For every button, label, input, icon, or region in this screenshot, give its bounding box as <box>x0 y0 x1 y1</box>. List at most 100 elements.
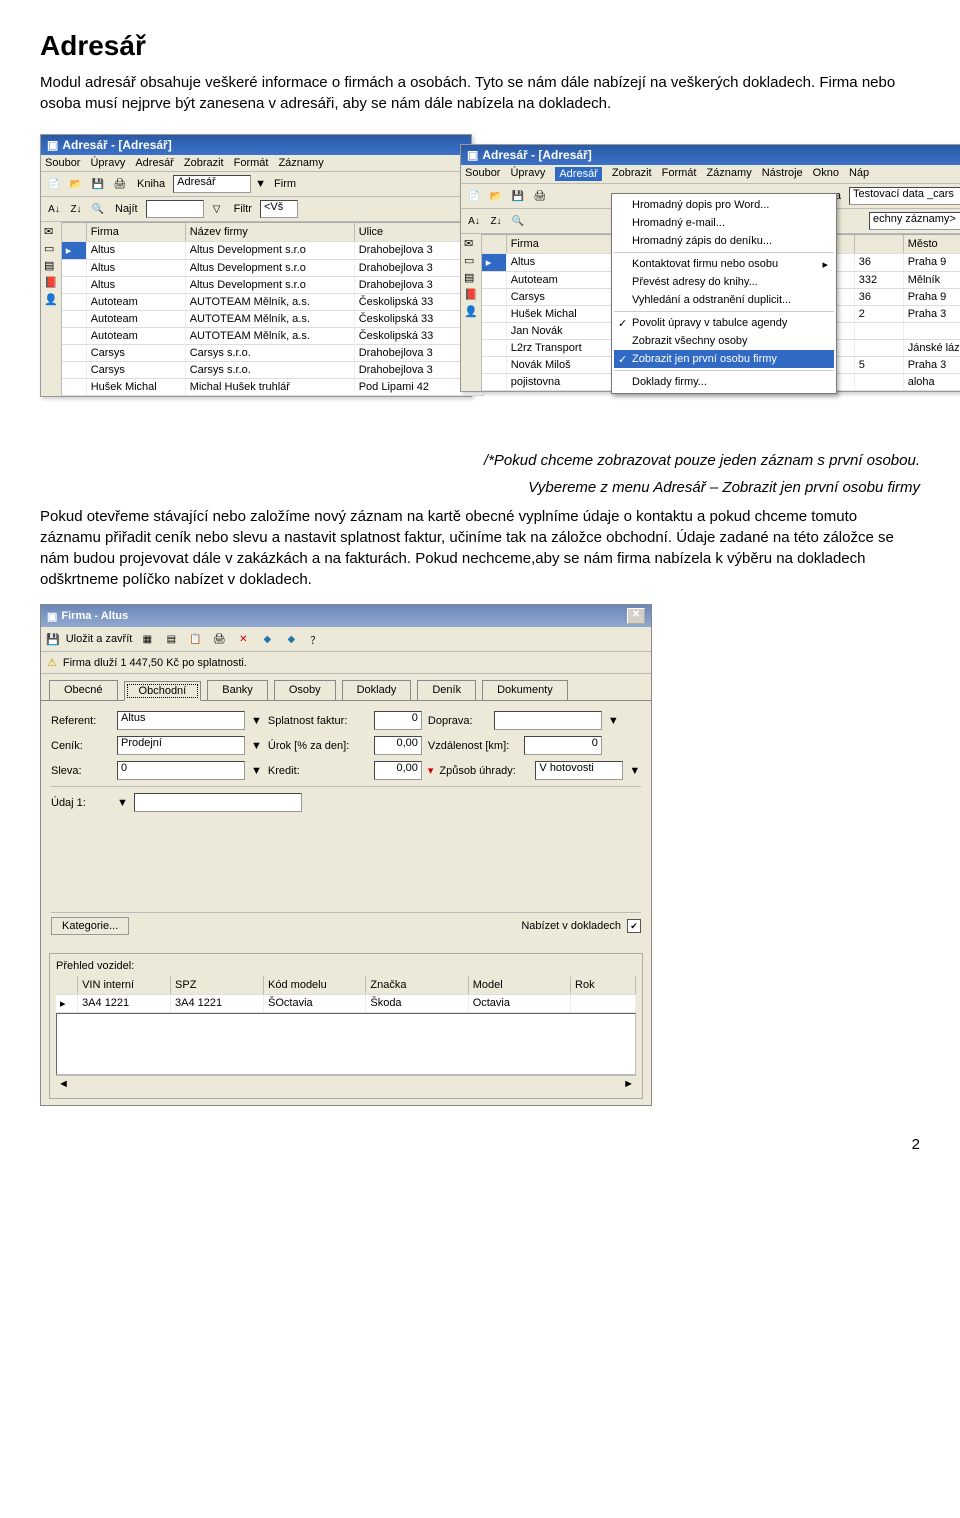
table-row[interactable]: CarsysCarsys s.r.o.Drahobejlova 3 <box>62 362 484 379</box>
tab-obecné[interactable]: Obecné <box>49 680 118 700</box>
card-icon[interactable]: ▭ <box>464 254 478 267</box>
filtr-field[interactable]: <Vš <box>260 200 298 218</box>
menu-item[interactable]: Kontaktovat firmu nebo osobu <box>614 255 834 273</box>
filtr-field-b[interactable]: echny záznamy> <box>869 212 960 230</box>
print-icon[interactable]: 🖨 <box>111 175 129 193</box>
menu-item[interactable]: Formát <box>662 167 697 181</box>
menu-item[interactable]: Nástroje <box>762 167 803 181</box>
open-icon[interactable]: 📂 <box>67 175 85 193</box>
cenik-field[interactable]: Prodejní <box>117 736 245 755</box>
table-row[interactable]: Hušek MichalMichal Hušek truhlářPod Lipa… <box>62 379 484 396</box>
sleva-field[interactable]: 0 <box>117 761 245 780</box>
menu-item[interactable]: Hromadný zápis do deníku... <box>614 232 834 250</box>
sort-az-icon[interactable]: A↓ <box>465 212 483 230</box>
table-row[interactable]: AltusAltus Development s.r.oDrahobejlova… <box>62 260 484 277</box>
help-icon[interactable]: ？ <box>306 630 324 648</box>
menu-item[interactable]: Soubor <box>45 157 80 169</box>
binoculars-icon[interactable]: 🔍 <box>509 212 527 230</box>
kredit-field[interactable]: 0,00 <box>374 761 422 780</box>
delete-icon[interactable]: ✕ <box>234 630 252 648</box>
dropdown-icon[interactable]: ▼ <box>251 765 262 777</box>
menu-item[interactable]: Úpravy <box>510 167 545 181</box>
menu-item[interactable]: Záznamy <box>278 157 323 169</box>
splatnost-field[interactable]: 0 <box>374 711 422 730</box>
tab-banky[interactable]: Banky <box>207 680 268 700</box>
menu-item[interactable]: Adresář <box>135 157 174 169</box>
col-firma-b[interactable]: Firma <box>507 235 626 253</box>
referent-field[interactable]: Altus <box>117 711 245 730</box>
sort-az-icon[interactable]: A↓ <box>45 200 63 218</box>
doprava-field[interactable] <box>494 711 602 730</box>
save-icon[interactable]: 💾 <box>509 187 527 205</box>
menu-item[interactable]: Hromadný e-mail... <box>614 214 834 232</box>
dropdown-icon[interactable]: ▼ <box>608 715 619 727</box>
save-icon[interactable]: 💾 <box>89 175 107 193</box>
tab-dokumenty[interactable]: Dokumenty <box>482 680 568 700</box>
mail-icon[interactable]: ✉ <box>44 225 58 238</box>
note-icon[interactable]: ▤ <box>44 259 58 272</box>
mail-icon[interactable]: ✉ <box>464 237 478 250</box>
book-icon[interactable]: 📕 <box>464 288 478 301</box>
open-icon[interactable]: 📂 <box>487 187 505 205</box>
col-kodmodelu[interactable]: Kód modelu <box>264 976 366 994</box>
tab-obchodní[interactable]: Obchodní <box>124 681 202 701</box>
menu-item[interactable]: Okno <box>813 167 839 181</box>
tool-icon[interactable]: ▤ <box>162 630 180 648</box>
col-vin[interactable]: VIN interní <box>78 976 171 994</box>
close-icon[interactable]: ✕ <box>627 608 645 624</box>
col-nazev[interactable]: Název firmy <box>186 223 355 241</box>
sort-za-icon[interactable]: Z↓ <box>487 212 505 230</box>
menu-item[interactable]: Zobrazit jen první osobu firmy <box>614 350 834 368</box>
sort-za-icon[interactable]: Z↓ <box>67 200 85 218</box>
card-icon[interactable]: ▭ <box>44 242 58 255</box>
menu-item[interactable]: Zobrazit <box>612 167 652 181</box>
book-icon[interactable]: 📕 <box>44 276 58 289</box>
nabizet-checkbox[interactable] <box>627 919 641 933</box>
save-icon[interactable]: 💾 <box>46 633 60 646</box>
zpusob-field[interactable]: V hotovosti <box>535 761 623 780</box>
tool-icon[interactable]: 📋 <box>186 630 204 648</box>
tab-doklady[interactable]: Doklady <box>342 680 412 700</box>
vehicle-row[interactable]: ▸ 3A4 1221 3A4 1221 ŠOctavia Škoda Octav… <box>56 995 636 1013</box>
col-znacka[interactable]: Značka <box>366 976 468 994</box>
note-icon[interactable]: ▤ <box>464 271 478 284</box>
contact-icon[interactable]: 👤 <box>464 305 478 318</box>
table-row[interactable]: CarsysCarsys s.r.o.Drahobejlova 3 <box>62 345 484 362</box>
dropdown-icon[interactable]: ▼ <box>255 178 266 190</box>
col-mesto[interactable]: Město <box>904 235 960 253</box>
menu-item[interactable]: Doklady firmy... <box>614 373 834 391</box>
down-icon[interactable]: ◆ <box>282 630 300 648</box>
menu-item[interactable]: Soubor <box>465 167 500 181</box>
menu-item[interactable]: Povolit úpravy v tabulce agendy <box>614 314 834 332</box>
menu-item[interactable]: Hromadný dopis pro Word... <box>614 196 834 214</box>
tool-icon[interactable]: 🖨 <box>210 630 228 648</box>
new-icon[interactable]: 📄 <box>45 175 63 193</box>
udaj-field[interactable] <box>134 793 302 812</box>
tab-deník[interactable]: Deník <box>417 680 476 700</box>
menu-item[interactable]: Zobrazit všechny osoby <box>614 332 834 350</box>
col-firma[interactable]: Firma <box>87 223 186 241</box>
table-row[interactable]: ▸AltusAltus Development s.r.oDrahobejlov… <box>62 242 484 260</box>
urok-field[interactable]: 0,00 <box>374 736 422 755</box>
menu-item[interactable]: Vyhledání a odstranění duplicit... <box>614 291 834 309</box>
menu-item[interactable]: Adresář <box>555 167 602 181</box>
col-rok[interactable]: Rok <box>571 976 636 994</box>
save-close-button[interactable]: Uložit a zavřít <box>66 633 133 645</box>
menu-item[interactable]: Převést adresy do knihy... <box>614 273 834 291</box>
kategorie-button[interactable]: Kategorie... <box>51 917 129 935</box>
filter-icon[interactable]: ▽ <box>208 200 226 218</box>
col-spz[interactable]: SPZ <box>171 976 264 994</box>
scroll-right-icon[interactable]: ► <box>623 1078 634 1090</box>
horizontal-scrollbar[interactable]: ◄ ► <box>56 1075 636 1092</box>
kniha-field[interactable]: Adresář <box>173 175 251 193</box>
print-icon[interactable]: 🖨 <box>531 187 549 205</box>
binoculars-icon[interactable]: 🔍 <box>89 200 107 218</box>
new-icon[interactable]: 📄 <box>465 187 483 205</box>
tool-icon[interactable]: ▦ <box>138 630 156 648</box>
up-icon[interactable]: ◆ <box>258 630 276 648</box>
dropdown-icon[interactable]: ▼ <box>251 715 262 727</box>
najit-field[interactable] <box>146 200 204 218</box>
contact-icon[interactable]: 👤 <box>44 293 58 306</box>
table-row[interactable]: AutoteamAUTOTEAM Mělník, a.s.Českolipská… <box>62 294 484 311</box>
dropdown-icon[interactable]: ▼ <box>629 765 640 777</box>
